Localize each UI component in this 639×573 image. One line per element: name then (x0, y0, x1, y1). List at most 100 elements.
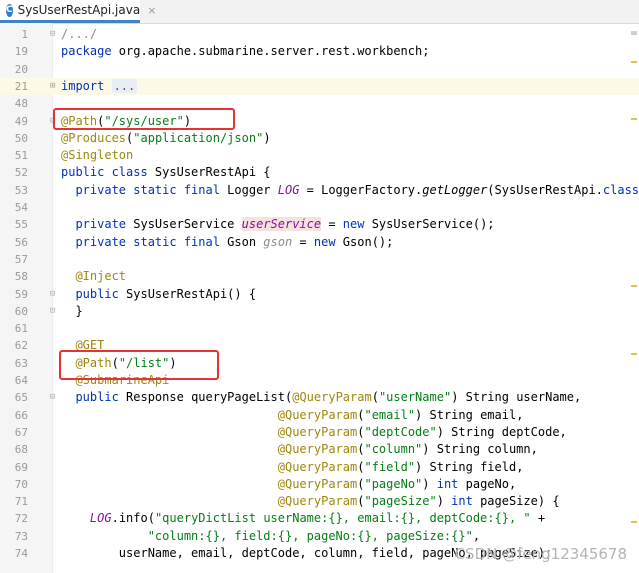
code-line[interactable]: 20 (0, 61, 639, 78)
code-line[interactable]: 65 ⊟ public Response queryPageList(@Query… (0, 389, 639, 406)
line-number[interactable]: 57 (0, 251, 28, 268)
line-number[interactable]: 65 (0, 389, 28, 406)
line-number[interactable]: 62 (0, 337, 28, 354)
code-line[interactable]: 58 @Inject (0, 268, 639, 285)
warning-marker[interactable] (631, 61, 637, 63)
code-text[interactable]: @QueryParam("pageNo") int pageNo, (61, 476, 516, 493)
editor-scroll-markers[interactable] (629, 23, 639, 573)
code-text[interactable]: /.../ (61, 26, 97, 43)
code-line[interactable]: 69 @QueryParam("field") String field, (0, 459, 639, 476)
line-number[interactable]: 70 (0, 476, 28, 493)
line-number[interactable]: 55 (0, 216, 28, 233)
line-number[interactable]: 69 (0, 459, 28, 476)
code-text[interactable]: @QueryParam("email") String email, (61, 407, 524, 424)
fold-toggle-icon[interactable]: ⊟ (50, 26, 55, 43)
code-token: @Inject (75, 269, 127, 284)
code-line[interactable]: 50 @Produces("application/json") (0, 130, 639, 147)
code-token: .info( (111, 511, 155, 526)
code-line[interactable]: 57 (0, 251, 639, 268)
code-text[interactable]: import ... (61, 78, 138, 95)
code-token: "field" (364, 459, 416, 474)
code-line[interactable]: 21 ⊞ import ... (0, 77, 639, 96)
code-line[interactable]: 52 public class SysUserRestApi { (0, 164, 639, 181)
warning-marker[interactable] (631, 118, 637, 120)
scroll-thumb[interactable] (631, 31, 637, 35)
warning-marker[interactable] (631, 353, 637, 355)
line-number[interactable]: 71 (0, 493, 28, 510)
code-line[interactable]: 72 LOG.info("queryDictList userName:{}, … (0, 510, 639, 527)
code-line[interactable]: 60 ⊡ } (0, 303, 639, 320)
code-line[interactable]: 71 @QueryParam("pageSize") int pageSize)… (0, 493, 639, 510)
line-number[interactable]: 58 (0, 268, 28, 285)
line-number[interactable]: 54 (0, 199, 28, 216)
code-text[interactable]: @QueryParam("pageSize") int pageSize) { (61, 493, 560, 510)
line-number[interactable]: 64 (0, 372, 28, 389)
code-text[interactable]: @QueryParam("field") String field, (61, 459, 524, 476)
line-number[interactable]: 52 (0, 164, 28, 181)
code-text[interactable]: public SysUserRestApi() { (61, 286, 256, 303)
line-number[interactable]: 61 (0, 320, 28, 337)
warning-marker[interactable] (631, 521, 637, 523)
code-text[interactable]: package org.apache.submarine.server.rest… (61, 43, 429, 60)
line-number[interactable]: 74 (0, 545, 28, 562)
fold-toggle-icon[interactable]: ⊡ (50, 303, 55, 320)
line-number[interactable]: 56 (0, 234, 28, 251)
close-icon[interactable]: × (147, 4, 156, 17)
line-number[interactable]: 59 (0, 286, 28, 303)
code-line[interactable]: 67 @QueryParam("deptCode") String deptCo… (0, 424, 639, 441)
line-number[interactable]: 66 (0, 407, 28, 424)
code-text[interactable]: public class SysUserRestApi { (61, 164, 271, 181)
line-number[interactable]: 1 (0, 26, 28, 43)
code-line[interactable]: 51 @Singleton (0, 147, 639, 164)
code-line[interactable]: 73 "column:{}, field:{}, pageNo:{}, page… (0, 528, 639, 545)
code-line[interactable]: 55 private SysUserService userService = … (0, 216, 639, 233)
code-text[interactable]: private SysUserService userService = new… (61, 216, 495, 233)
code-line[interactable]: 19 package org.apache.submarine.server.re… (0, 43, 639, 60)
code-line[interactable]: 56 private static final Gson gson = new … (0, 234, 639, 251)
code-text[interactable]: @Singleton (61, 147, 133, 164)
code-token: "column:{}, field:{}, pageNo:{}, pageSiz… (147, 528, 473, 543)
fold-toggle-icon[interactable]: ⊞ (50, 78, 55, 95)
line-number[interactable]: 48 (0, 95, 28, 112)
code-line[interactable]: 1 ⊟ /.../ (0, 26, 639, 43)
line-number[interactable]: 68 (0, 441, 28, 458)
code-line[interactable]: 59 ⊟ public SysUserRestApi() { (0, 286, 639, 303)
code-text[interactable]: @QueryParam("deptCode") String deptCode, (61, 424, 567, 441)
line-number[interactable]: 50 (0, 130, 28, 147)
code-text[interactable]: @QueryParam("column") String column, (61, 441, 538, 458)
line-number[interactable]: 73 (0, 528, 28, 545)
code-token: SysUserRestApi { (154, 165, 271, 180)
code-line[interactable]: 70 @QueryParam("pageNo") int pageNo, (0, 476, 639, 493)
code-text[interactable]: private static final Gson gson = new Gso… (61, 234, 393, 251)
line-number[interactable]: 63 (0, 355, 28, 372)
warning-marker[interactable] (631, 285, 637, 287)
tab-sysuserrestapi[interactable]: C SysUserRestApi.java × (0, 0, 156, 23)
code-editor[interactable]: 1 ⊟ /.../ 19 package org.apache.submarine.se… (0, 23, 639, 573)
code-token: getLogger (422, 182, 488, 197)
code-token: @Produces (61, 130, 127, 145)
code-text[interactable]: @Produces("application/json") (61, 130, 271, 147)
line-number[interactable]: 20 (0, 61, 28, 78)
line-number[interactable]: 53 (0, 182, 28, 199)
code-token: public class (61, 165, 155, 180)
line-number[interactable]: 60 (0, 303, 28, 320)
code-line[interactable]: 66 @QueryParam("email") String email, (0, 407, 639, 424)
line-number[interactable]: 21 (0, 78, 28, 95)
fold-toggle-icon[interactable]: ⊟ (50, 389, 55, 406)
code-text[interactable]: public Response queryPageList(@QueryPara… (61, 389, 581, 406)
line-number[interactable]: 67 (0, 424, 28, 441)
code-text[interactable]: @Inject (61, 268, 126, 285)
code-line[interactable]: 61 (0, 320, 639, 337)
code-line[interactable]: 53 private static final Logger LOG = Log… (0, 182, 639, 199)
code-text[interactable]: LOG.info("queryDictList userName:{}, ema… (61, 510, 545, 527)
line-number[interactable]: 49 (0, 113, 28, 130)
line-number[interactable]: 51 (0, 147, 28, 164)
code-line[interactable]: 68 @QueryParam("column") String column, (0, 441, 639, 458)
code-text[interactable]: "column:{}, field:{}, pageNo:{}, pageSiz… (61, 528, 480, 545)
code-text[interactable]: } (61, 303, 82, 320)
line-number[interactable]: 72 (0, 510, 28, 527)
line-number[interactable]: 19 (0, 43, 28, 60)
code-text[interactable]: private static final Logger LOG = Logger… (61, 182, 639, 199)
code-line[interactable]: 54 (0, 199, 639, 216)
fold-toggle-icon[interactable]: ⊟ (50, 286, 55, 303)
